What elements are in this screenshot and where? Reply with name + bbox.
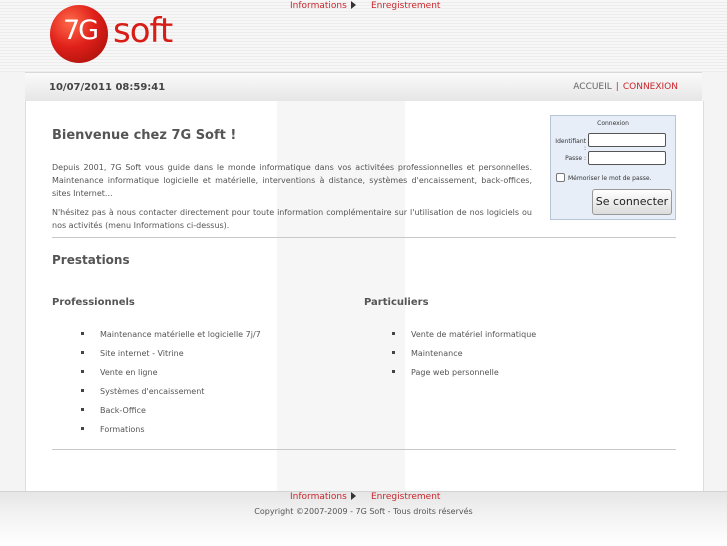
particuliers-list: Vente de matériel informatique Maintenan… [392,330,536,387]
passe-label: Passe : [565,155,586,162]
footer-enregistrement-link[interactable]: Enregistrement [371,492,440,502]
list-item: Site internet - Vitrine [81,349,261,368]
professionnels-title: Professionnels [52,297,135,308]
prestations-title: Prestations [52,253,130,267]
list-item: Formations [81,425,261,444]
footer-background [0,491,727,546]
list-item: Systèmes d'encaissement [81,387,261,406]
nav-connexion-link[interactable]: CONNEXION [623,82,678,92]
identifiant-input[interactable] [588,133,666,147]
logo-text-soft: soft [113,11,173,51]
submenu-arrow-icon [350,1,356,9]
menu-informations[interactable]: Informations [290,1,356,11]
list-item: Page web personnelle [392,368,536,387]
menu-informations-link[interactable]: Informations [290,1,347,11]
menu-enregistrement-link[interactable]: Enregistrement [371,1,440,11]
particuliers-title: Particuliers [364,297,429,308]
main-content: Bienvenue chez 7G Soft ! Depuis 2001, 7G… [25,101,704,491]
list-item: Vente en ligne [81,368,261,387]
current-datetime: 10/07/2011 08:59:41 [49,82,166,93]
list-item: Vente de matériel informatique [392,330,536,349]
footer-informations-link[interactable]: Informations [290,492,347,502]
submenu-arrow-icon [350,492,356,500]
footer-menu-informations[interactable]: Informations [290,492,356,502]
list-item: Maintenance [392,349,536,368]
login-submit-button[interactable]: Se connecter [592,189,672,215]
menu-enregistrement[interactable]: Enregistrement [371,1,440,11]
login-box: Connexion Identifiant : Passe : Mémorise… [550,115,676,220]
professionnels-list: Maintenance matérielle et logicielle 7j/… [81,330,261,444]
top-nav: ACCUEIL | CONNEXION [573,82,678,92]
copyright: Copyright ©2007-2009 - 7G Soft - Tous dr… [254,507,473,516]
welcome-paragraph-2: N'hésitez pas à nous contacter directeme… [52,208,532,230]
remember-checkbox[interactable] [556,173,565,182]
identifiant-label: Identifiant : [555,138,586,152]
logo-text-7g: 7G [62,15,99,46]
nav-accueil-link[interactable]: ACCUEIL [573,82,612,92]
divider [52,237,676,238]
nav-separator: | [615,82,619,92]
list-item: Back-Office [81,406,261,425]
remember-label[interactable]: Mémoriser le mot de passe. [568,175,652,182]
status-bar: 10/07/2011 08:59:41 ACCUEIL | CONNEXION [25,72,702,102]
welcome-paragraph-1: Depuis 2001, 7G Soft vous guide dans le … [52,163,532,198]
divider [52,449,676,450]
site-logo[interactable]: 7G soft [50,5,180,63]
footer-menu-enregistrement[interactable]: Enregistrement [371,492,440,502]
passe-input[interactable] [588,151,666,165]
login-title: Connexion [597,120,629,127]
list-item: Maintenance matérielle et logicielle 7j/… [81,330,261,349]
welcome-title: Bienvenue chez 7G Soft ! [52,128,237,143]
